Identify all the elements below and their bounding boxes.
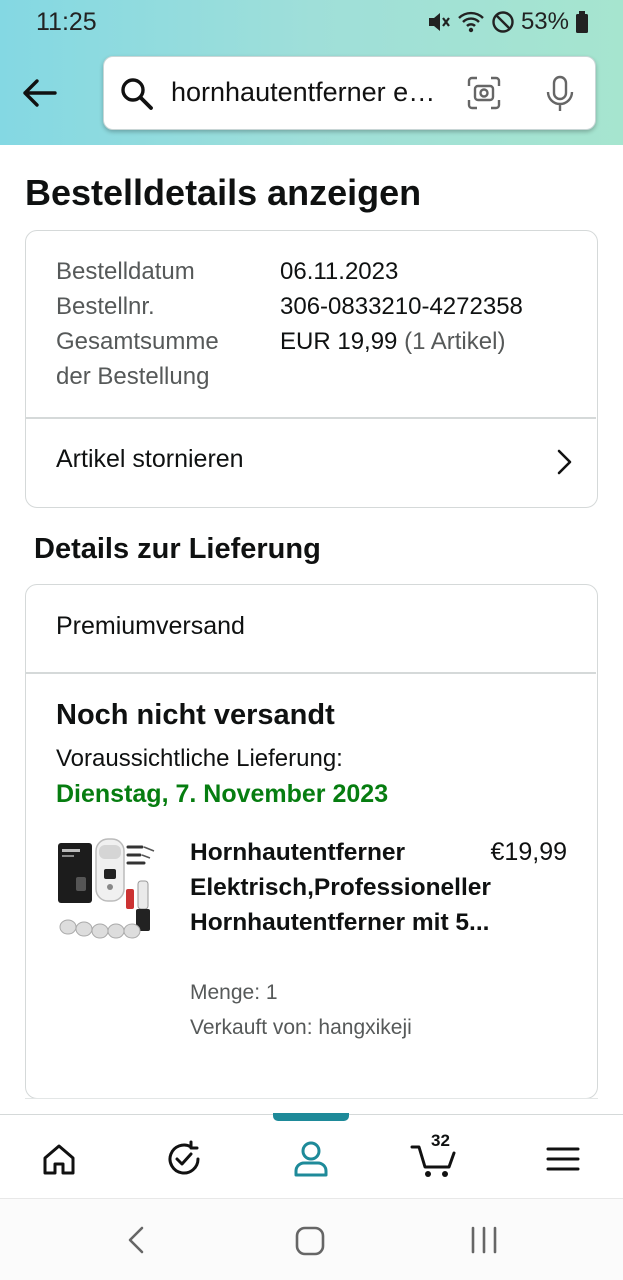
order-total-label: Gesamtsumme der Bestellung — [56, 328, 219, 390]
nav-buy-again[interactable] — [157, 1135, 211, 1183]
wifi-icon — [458, 11, 484, 33]
search-input[interactable]: hornhautentferner elektrisch — [171, 77, 441, 108]
microphone-icon[interactable] — [542, 75, 578, 113]
shipping-method: Premiumversand — [56, 612, 245, 640]
order-total-value: EUR 19,99 (1 Artikel) — [280, 324, 505, 359]
nav-cart[interactable]: 32 — [408, 1131, 462, 1183]
order-number-value: 306-0833210-4272358 — [280, 293, 523, 320]
status-bar: 11:25 53% — [0, 0, 623, 44]
account-icon — [294, 1141, 328, 1177]
order-total-amount: EUR 19,99 — [280, 328, 398, 355]
battery-icon — [576, 11, 588, 33]
product-title-link[interactable]: Hornhautentferner Elektrisch,Professione… — [190, 835, 510, 940]
status-time: 11:25 — [36, 8, 97, 36]
do-not-disturb-icon — [492, 11, 514, 33]
system-navigation-bar — [0, 1198, 623, 1280]
home-nav-icon[interactable] — [294, 1225, 326, 1257]
product-seller: Verkauft von: hangxikeji — [190, 1016, 412, 1039]
product-price: €19,99 — [490, 838, 567, 866]
order-number-label: Bestellnr. — [56, 293, 155, 320]
divider — [25, 1098, 598, 1099]
product-quantity: Menge: 1 — [190, 981, 278, 1004]
expected-delivery-label: Voraussichtliche Lieferung: — [56, 745, 343, 772]
header-bar: 11:25 53% hornhautentferner ele — [0, 0, 623, 145]
cancel-items-row[interactable]: Artikel stornieren — [26, 419, 596, 507]
expected-delivery-date: Dienstag, 7. November 2023 — [56, 780, 389, 808]
active-tab-indicator — [273, 1113, 349, 1121]
back-nav-icon[interactable] — [126, 1225, 146, 1255]
divider — [26, 672, 596, 674]
shipment-status: Noch nicht versandt — [56, 699, 335, 731]
order-date-value: 06.11.2023 — [280, 258, 399, 285]
order-summary-card: Bestelldatum 06.11.2023 Bestellnr. 306-0… — [25, 230, 598, 508]
nav-account[interactable] — [284, 1135, 338, 1183]
product-image[interactable] — [56, 835, 168, 943]
refresh-check-icon — [168, 1140, 200, 1175]
nav-menu[interactable] — [536, 1135, 590, 1183]
order-date-label: Bestelldatum — [56, 258, 195, 285]
status-icons: 53% — [427, 8, 589, 36]
nav-home[interactable] — [32, 1135, 86, 1183]
delivery-section-title: Details zur Lieferung — [34, 533, 321, 565]
search-bar[interactable]: hornhautentferner elektrisch — [103, 56, 596, 130]
camera-scan-icon[interactable] — [466, 75, 502, 111]
delivery-card: Premiumversand Noch nicht versandt Vorau… — [25, 584, 598, 1099]
chevron-right-icon — [557, 449, 572, 475]
bottom-navigation: 32 — [0, 1113, 623, 1198]
cart-count-badge: 32 — [431, 1131, 450, 1150]
page-title: Bestelldetails anzeigen — [25, 172, 422, 213]
mute-icon — [428, 13, 450, 31]
arrow-left-icon — [23, 79, 57, 107]
search-icon — [121, 78, 153, 110]
back-button[interactable] — [18, 72, 60, 114]
battery-level: 53% — [520, 8, 569, 35]
recent-apps-icon[interactable] — [468, 1225, 500, 1255]
home-icon — [43, 1144, 75, 1175]
menu-icon — [546, 1147, 580, 1171]
order-item-count: (1 Artikel) — [404, 328, 506, 355]
cancel-items-label: Artikel stornieren — [56, 445, 244, 473]
